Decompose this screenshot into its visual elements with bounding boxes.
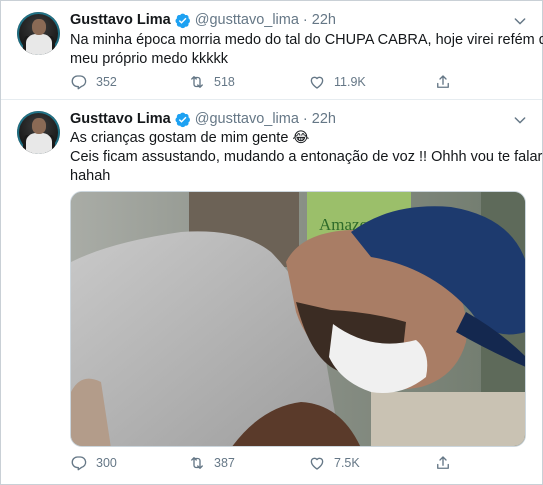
- retweet-count: 518: [214, 75, 235, 89]
- author-handle[interactable]: @gusttavo_lima: [195, 12, 299, 28]
- tweet-header: Gusttavo Lima @gusttavo_lima · 22h: [70, 10, 336, 30]
- like-button[interactable]: 11.9K: [308, 72, 366, 92]
- tweet-text-line: hahah: [70, 168, 111, 184]
- verified-badge-icon: [175, 13, 190, 28]
- share-button[interactable]: [434, 453, 452, 473]
- share-button[interactable]: [434, 72, 452, 92]
- tweet-feed: Gusttavo Lima @gusttavo_lima · 22h Na mi…: [0, 0, 543, 485]
- tweet-text-line: As crianças gostam de mim gente 😂: [70, 130, 310, 146]
- share-icon: [437, 75, 449, 88]
- retweet-count: 387: [214, 456, 235, 470]
- tweet-text-line: Na minha época morria medo do tal do CHU…: [70, 32, 543, 48]
- heart-icon: [310, 76, 324, 89]
- tweet-actions: 300 387 7.5K: [70, 453, 510, 473]
- author-name[interactable]: Gusttavo Lima: [70, 12, 171, 28]
- chevron-down-icon[interactable]: [512, 112, 528, 128]
- retweet-button[interactable]: 518: [188, 72, 235, 92]
- tweet-text-line: meu próprio medo kkkkk: [70, 51, 228, 67]
- tweet-actions: 352 518 11.9K: [70, 72, 510, 92]
- separator-dot: ·: [302, 12, 308, 28]
- timestamp[interactable]: 22h: [312, 111, 336, 127]
- tweet[interactable]: Gusttavo Lima @gusttavo_lima · 22h Na mi…: [1, 1, 543, 100]
- reply-count: 352: [96, 75, 117, 89]
- tweet-header: Gusttavo Lima @gusttavo_lima · 22h: [70, 109, 336, 129]
- reply-icon: [71, 75, 87, 90]
- tweet-text-line: Ceis ficam assustando, mudando a entonaç…: [70, 149, 543, 165]
- reply-button[interactable]: 352: [70, 72, 117, 92]
- retweet-icon: [191, 457, 203, 469]
- tweet-text: As crianças gostam de mim gente 😂 Ceis f…: [70, 129, 543, 186]
- photo-illustration: Amazonas: [71, 192, 525, 446]
- reply-icon: [71, 456, 87, 471]
- author-name[interactable]: Gusttavo Lima: [70, 111, 171, 127]
- retweet-button[interactable]: 387: [188, 453, 235, 473]
- author-handle[interactable]: @gusttavo_lima: [195, 111, 299, 127]
- tweet-media-photo[interactable]: Amazonas: [70, 191, 526, 447]
- avatar[interactable]: [17, 12, 60, 55]
- chevron-down-icon[interactable]: [512, 13, 528, 29]
- heart-icon: [310, 457, 324, 470]
- avatar[interactable]: [17, 111, 60, 154]
- share-icon: [437, 456, 449, 469]
- reply-count: 300: [96, 456, 117, 470]
- timestamp[interactable]: 22h: [312, 12, 336, 28]
- tweet[interactable]: Gusttavo Lima @gusttavo_lima · 22h As cr…: [1, 100, 542, 484]
- like-count: 11.9K: [334, 75, 366, 89]
- retweet-icon: [191, 76, 203, 88]
- like-count: 7.5K: [334, 456, 360, 470]
- separator-dot: ·: [302, 111, 308, 127]
- verified-badge-icon: [175, 112, 190, 127]
- tweet-text: Na minha época morria medo do tal do CHU…: [70, 31, 543, 69]
- like-button[interactable]: 7.5K: [308, 453, 360, 473]
- reply-button[interactable]: 300: [70, 453, 117, 473]
